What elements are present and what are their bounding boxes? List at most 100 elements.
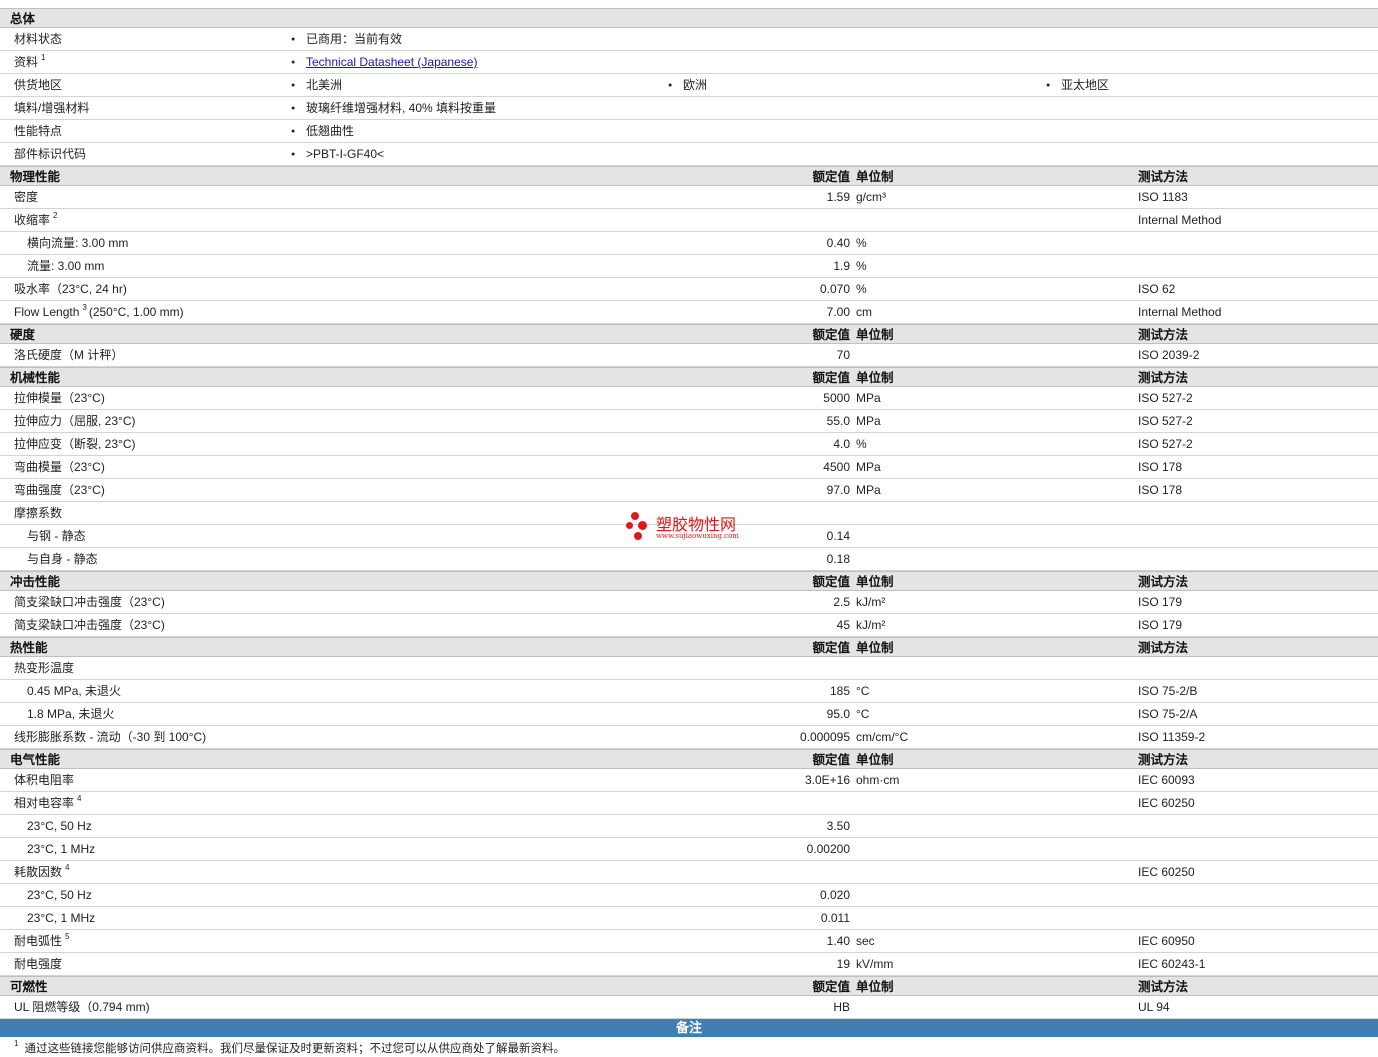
column-header-method: 测试方法 bbox=[1138, 371, 1189, 385]
property-value: 0.070 bbox=[819, 282, 850, 296]
property-label: 与自身 - 静态 bbox=[27, 548, 98, 571]
column-header-value: 额定值 bbox=[812, 170, 850, 184]
property-label-text: 密度 bbox=[14, 190, 39, 204]
general-label-text: 性能特点 bbox=[14, 124, 63, 138]
property-row: 23°C, 50 Hz 3.50 bbox=[0, 815, 1378, 838]
property-label-text: UL 阻燃等级（0.794 mm) bbox=[14, 1000, 150, 1014]
property-row: 简支梁缺口冲击强度（23°C) 2.5 kJ/m² ISO 179 bbox=[0, 591, 1378, 614]
section-header: 冲击性能 额定值 单位制 测试方法 bbox=[0, 571, 1378, 591]
property-label-text: 1.8 MPa, 未退火 bbox=[27, 707, 115, 721]
property-value: 2.5 bbox=[833, 595, 850, 609]
property-label: 体积电阻率 bbox=[14, 769, 74, 792]
property-label-text: 洛氏硬度（M 计秤） bbox=[14, 348, 124, 362]
column-header-unit: 单位制 bbox=[856, 371, 894, 385]
property-method: Internal Method bbox=[1138, 213, 1222, 227]
property-label: 相对电容率 4 bbox=[14, 792, 81, 815]
top-spacer bbox=[0, 0, 1378, 8]
section-title: 硬度 bbox=[10, 328, 36, 342]
property-unit: % bbox=[856, 437, 867, 451]
property-label: 洛氏硬度（M 计秤） bbox=[14, 344, 123, 367]
property-unit: MPa bbox=[856, 483, 881, 497]
footnote-ref: 4 bbox=[65, 863, 70, 872]
property-method: ISO 178 bbox=[1138, 460, 1183, 474]
property-label-text: 23°C, 50 Hz bbox=[27, 888, 92, 902]
column-header-value: 额定值 bbox=[812, 753, 850, 767]
property-row: 流量: 3.00 mm 1.9% bbox=[0, 255, 1378, 278]
general-value: 玻璃纤维增强材料, 40% 填料按重量 bbox=[291, 97, 496, 120]
property-value: 0.011 bbox=[820, 911, 850, 925]
property-row: 体积电阻率 3.0E+16 ohm·cm IEC 60093 bbox=[0, 769, 1378, 792]
property-label: 简支梁缺口冲击强度（23°C) bbox=[14, 591, 165, 614]
general-row: 部件标识代码 >PBT-I-GF40< bbox=[0, 143, 1378, 166]
general-value: 低翘曲性 bbox=[291, 120, 354, 143]
property-unit: % bbox=[856, 236, 867, 250]
property-label-text: 与钢 - 静态 bbox=[27, 529, 86, 543]
property-value: 1.9 bbox=[833, 259, 850, 273]
property-value: 1.59 bbox=[826, 190, 850, 204]
property-label: 流量: 3.00 mm bbox=[27, 255, 104, 278]
property-label: 拉伸模量（23°C) bbox=[14, 387, 105, 410]
property-label-text: 简支梁缺口冲击强度（23°C) bbox=[14, 618, 165, 632]
property-unit: MPa bbox=[856, 460, 881, 474]
property-label-text: 耐电弧性 bbox=[14, 934, 63, 948]
general-label: 部件标识代码 bbox=[14, 143, 86, 166]
section-title: 物理性能 bbox=[10, 170, 61, 184]
property-method: ISO 178 bbox=[1138, 483, 1183, 497]
general-label-text: 部件标识代码 bbox=[14, 147, 87, 161]
property-value: 4500 bbox=[823, 460, 850, 474]
property-label-text: 23°C, 1 MHz bbox=[27, 911, 96, 925]
property-label: 23°C, 1 MHz bbox=[27, 838, 95, 861]
property-label: 1.8 MPa, 未退火 bbox=[27, 703, 114, 726]
property-label-text: 0.45 MPa, 未退火 bbox=[27, 684, 122, 698]
property-label-text: 与自身 - 静态 bbox=[27, 552, 98, 566]
general-label: 材料状态 bbox=[14, 28, 62, 51]
general-label-text: 供货地区 bbox=[14, 78, 63, 92]
general-row: 供货地区 北美洲 欧洲 亚太地区 bbox=[0, 74, 1378, 97]
column-header-unit: 单位制 bbox=[856, 170, 894, 184]
property-label-text: 吸水率（23°C, 24 hr) bbox=[14, 282, 127, 296]
column-header-method: 测试方法 bbox=[1138, 980, 1189, 994]
property-row: 热变形温度 bbox=[0, 657, 1378, 680]
general-label-text: 填料/增强材料 bbox=[14, 101, 90, 115]
column-header-value: 额定值 bbox=[812, 641, 850, 655]
property-method: Internal Method bbox=[1138, 305, 1222, 319]
property-label: 拉伸应力（屈服, 23°C) bbox=[14, 410, 135, 433]
property-row: 与自身 - 静态 0.18 bbox=[0, 548, 1378, 571]
footnote: 1 通过这些链接您能够访问供应商资料。我们尽量保证及时更新资料；不过您可以从供应商… bbox=[0, 1037, 1378, 1057]
property-label: 收缩率 2 bbox=[14, 209, 57, 232]
property-method: ISO 179 bbox=[1138, 618, 1183, 632]
property-label: 横向流量: 3.00 mm bbox=[27, 232, 128, 255]
general-label: 填料/增强材料 bbox=[14, 97, 89, 120]
property-method: IEC 60950 bbox=[1138, 934, 1195, 948]
property-row: 简支梁缺口冲击强度（23°C) 45 kJ/m² ISO 179 bbox=[0, 614, 1378, 637]
section-header: 物理性能 额定值 单位制 测试方法 bbox=[0, 166, 1378, 186]
section-title: 冲击性能 bbox=[10, 575, 61, 589]
property-label-text: 相对电容率 bbox=[14, 796, 75, 810]
general-label: 资料 1 bbox=[14, 51, 45, 74]
property-value: 7.00 bbox=[826, 305, 850, 319]
property-row: 耐电强度 19 kV/mm IEC 60243-1 bbox=[0, 953, 1378, 976]
footnote-ref: 1 bbox=[41, 53, 46, 62]
column-header-value: 额定值 bbox=[812, 371, 850, 385]
footnote-ref: 3 bbox=[82, 303, 87, 312]
general-label-text: 资料 bbox=[14, 55, 39, 69]
property-row: 23°C, 1 MHz 0.011 bbox=[0, 907, 1378, 930]
property-value: 3.0E+16 bbox=[804, 773, 850, 787]
watermark-logo: 塑胶物性网 www.sujiaowuxing.com bbox=[626, 512, 766, 546]
property-value: 45 bbox=[836, 618, 850, 632]
property-row: 耗散因数 4 IEC 60250 bbox=[0, 861, 1378, 884]
property-label-text: 拉伸应变（断裂, 23°C) bbox=[14, 437, 136, 451]
property-label-text: 横向流量: 3.00 mm bbox=[27, 236, 129, 250]
datasheet-link[interactable]: Technical Datasheet (Japanese) bbox=[291, 51, 477, 74]
property-row: 拉伸应变（断裂, 23°C) 4.0% ISO 527-2 bbox=[0, 433, 1378, 456]
property-unit: % bbox=[856, 282, 867, 296]
property-unit: cm/cm/°C bbox=[856, 730, 909, 744]
column-header-unit: 单位制 bbox=[856, 641, 894, 655]
property-method: ISO 527-2 bbox=[1138, 391, 1193, 405]
column-header-unit: 单位制 bbox=[856, 575, 894, 589]
column-header-unit: 单位制 bbox=[856, 328, 894, 342]
property-row: 0.45 MPa, 未退火 185 °C ISO 75-2/B bbox=[0, 680, 1378, 703]
general-value: 已商用：当前有效 bbox=[291, 28, 402, 51]
column-header-method: 测试方法 bbox=[1138, 575, 1189, 589]
property-value: 0.020 bbox=[819, 888, 850, 902]
